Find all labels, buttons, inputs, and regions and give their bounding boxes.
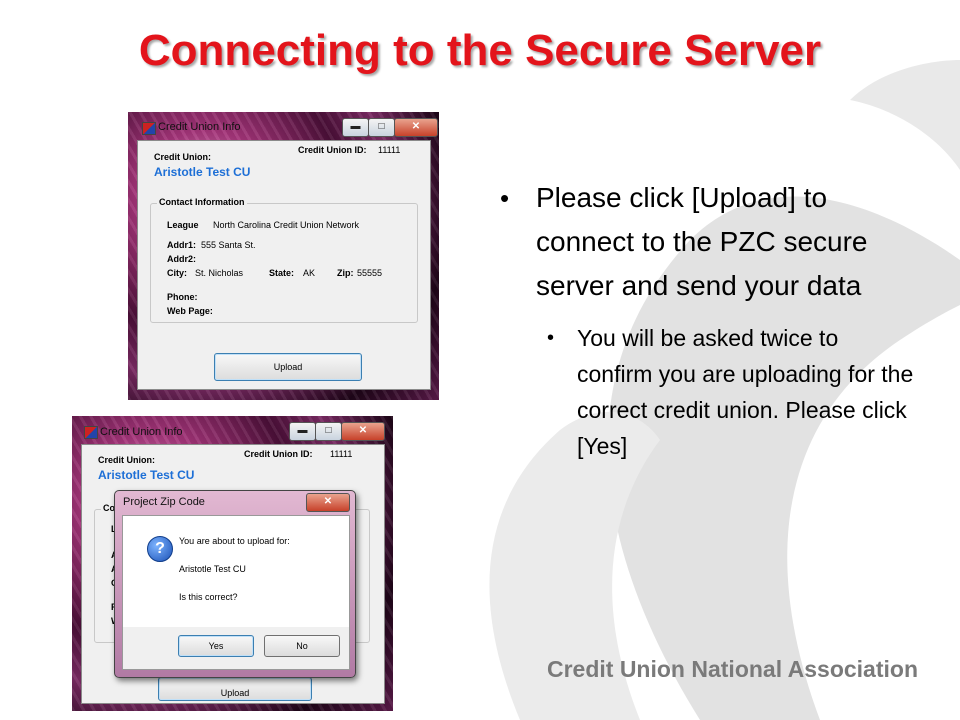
dialog-close-button[interactable]: ✕ — [306, 493, 350, 512]
zip-value: 55555 — [357, 268, 383, 278]
phone-label: Phone: — [167, 292, 198, 302]
cu-id-label-2: Credit Union ID: — [244, 449, 313, 459]
credit-union-name-2: Aristotle Test CU — [98, 468, 195, 482]
addr1-value: 555 Santa St. — [201, 240, 256, 250]
dialog-message-line2: Aristotle Test CU — [179, 564, 246, 574]
addr1-label: Addr1: — [167, 240, 196, 250]
city-value: St. Nicholas — [195, 268, 244, 278]
state-value: AK — [303, 268, 316, 278]
credit-union-info-window: Credit Union Info ▬ □ ✕ Credit Union: Ar… — [128, 112, 439, 400]
confirmation-screenshot: Credit Union Info ▬ □ ✕ Credit Union: Ar… — [72, 416, 393, 711]
dialog-message-line3: Is this correct? — [179, 592, 238, 602]
caption-buttons: ▬ □ ✕ — [342, 118, 438, 137]
upload-button[interactable]: Upload — [214, 353, 362, 381]
window-title-2: Credit Union Info — [100, 426, 183, 438]
instructions: Please click [Upload] to connect to the … — [496, 176, 916, 464]
minimize-button[interactable]: ▬ — [342, 118, 369, 137]
addr2-label: Addr2: — [167, 254, 196, 264]
window-title: Credit Union Info — [158, 121, 241, 133]
bullet-main: Please click [Upload] to connect to the … — [496, 176, 916, 308]
dialog-message-line1: You are about to upload for: — [179, 536, 290, 546]
dialog-footer: Yes No — [122, 627, 350, 670]
window-client-area: Credit Union: Aristotle Test CU Credit U… — [137, 140, 431, 390]
yes-button[interactable]: Yes — [178, 635, 254, 657]
app-icon-2 — [84, 426, 98, 439]
project-zip-code-dialog: Project Zip Code ✕ ? You are about to up… — [114, 490, 356, 678]
cu-id-label: Credit Union ID: — [298, 145, 367, 155]
credit-union-label: Credit Union: — [154, 152, 211, 162]
maximize-button-2[interactable]: □ — [315, 422, 342, 441]
upload-button-2[interactable]: Upload — [158, 677, 312, 701]
no-button[interactable]: No — [264, 635, 340, 657]
dialog-body: ? You are about to upload for: Aristotle… — [122, 515, 350, 629]
league-value: North Carolina Credit Union Network — [213, 220, 360, 230]
credit-union-name: Aristotle Test CU — [154, 165, 251, 179]
maximize-button[interactable]: □ — [368, 118, 395, 137]
league-label: League — [167, 220, 199, 230]
caption-buttons-2: ▬ □ ✕ — [289, 422, 385, 441]
contact-group-title: Contact Information — [157, 197, 247, 207]
zip-label: Zip: — [337, 268, 354, 278]
footer-organization: Credit Union National Association — [546, 656, 918, 682]
contact-information-group: Contact Information League North Carolin… — [150, 197, 418, 323]
close-button-2[interactable]: ✕ — [341, 422, 385, 441]
dialog-title: Project Zip Code — [123, 496, 205, 508]
close-button[interactable]: ✕ — [394, 118, 438, 137]
cu-id-value-2: 11111 — [330, 449, 353, 459]
slide-title: Connecting to the Secure Server — [138, 26, 822, 75]
credit-union-label-2: Credit Union: — [98, 455, 155, 465]
city-label: City: — [167, 268, 187, 278]
app-icon — [142, 122, 156, 135]
bullet-sub: You will be asked twice to confirm you a… — [537, 320, 916, 464]
minimize-button-2[interactable]: ▬ — [289, 422, 316, 441]
web-page-label: Web Page: — [167, 306, 213, 316]
cu-id-value: 11111 — [378, 145, 401, 155]
question-icon: ? — [147, 536, 173, 562]
state-label: State: — [269, 268, 295, 278]
